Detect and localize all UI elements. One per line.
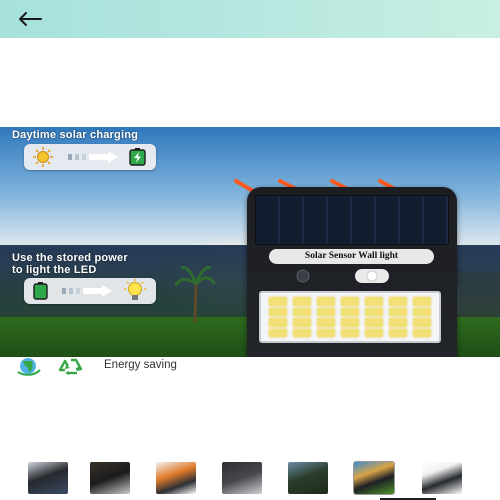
solar-panel [255, 195, 449, 245]
day-charging-pill [24, 144, 156, 170]
thumbnail-active[interactable] [353, 461, 395, 495]
night-lighting-pill [24, 278, 156, 304]
light-bulb-icon [124, 279, 146, 300]
thumbnail[interactable] [156, 462, 196, 494]
full-battery-icon [33, 282, 48, 300]
stored-power-label: Use the stored power to light the LED [12, 252, 128, 276]
solar-wall-light: Solar Sensor Wall light [245, 187, 460, 357]
thumbnail[interactable] [90, 462, 130, 494]
thumbnail[interactable] [288, 462, 328, 494]
back-button[interactable] [10, 5, 50, 33]
thumbnail-strip [28, 461, 500, 500]
palm-tree-illustration [175, 266, 215, 322]
motion-sensor [296, 269, 389, 283]
arrow-right-icon [62, 285, 112, 297]
arrow-left-icon [19, 12, 42, 26]
arrow-right-icon [68, 151, 118, 163]
globe-icon [17, 358, 41, 376]
product-image[interactable]: Daytime solar charging Use the stored po… [0, 127, 500, 357]
led-panel [259, 291, 441, 343]
charging-battery-icon [129, 148, 146, 166]
recycle-icon [58, 358, 83, 375]
thumbnail[interactable] [422, 462, 462, 494]
thumbnail[interactable] [222, 462, 262, 494]
sun-icon [33, 147, 53, 167]
feature-icons [14, 356, 90, 376]
energy-saving-label: Energy saving [104, 359, 177, 371]
daytime-label: Daytime solar charging [12, 129, 139, 141]
top-bar [0, 0, 500, 38]
thumbnail[interactable] [28, 462, 68, 494]
lamp-brand-label: Solar Sensor Wall light [269, 249, 434, 264]
